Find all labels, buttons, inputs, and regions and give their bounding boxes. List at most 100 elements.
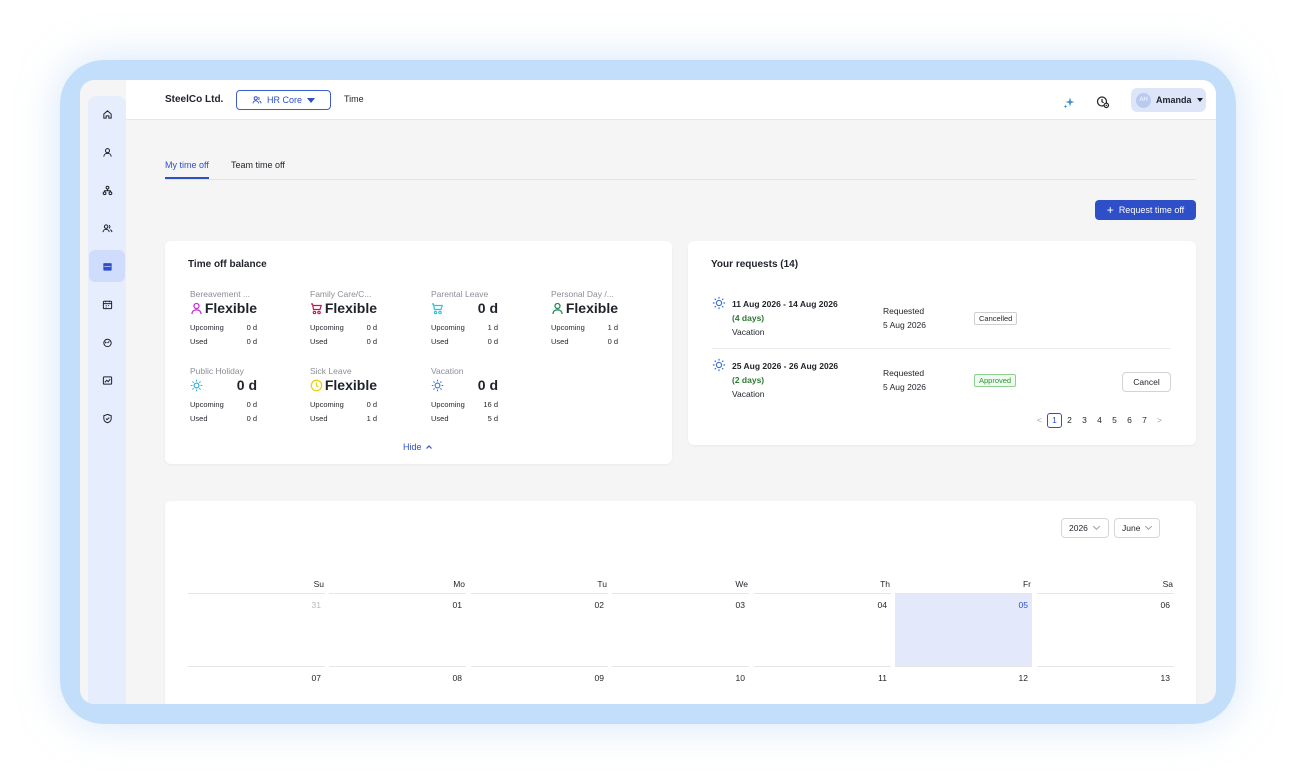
page-button[interactable]: 1 xyxy=(1047,412,1062,428)
user-name: Amanda xyxy=(1156,95,1192,105)
org-chart-icon xyxy=(102,185,112,195)
weekday-header: Sa xyxy=(1162,579,1173,589)
stroller-icon xyxy=(432,302,444,314)
request-days: (4 days) xyxy=(732,313,765,323)
upcoming-value: 0 d xyxy=(246,323,257,332)
balance-value: 0 d xyxy=(477,300,498,316)
page-button[interactable]: 5 xyxy=(1107,413,1122,428)
caret-down-icon xyxy=(307,97,315,103)
people-icon xyxy=(252,96,262,104)
used-value: 0 d xyxy=(607,337,618,346)
user-menu[interactable]: AH Amanda xyxy=(1131,88,1206,112)
used-label: Used xyxy=(431,414,449,423)
breadcrumb[interactable]: Time xyxy=(344,94,364,104)
chart-icon xyxy=(102,375,112,385)
calendar-day[interactable]: 06 xyxy=(1037,593,1174,666)
page-button[interactable]: 2 xyxy=(1062,413,1077,428)
upcoming-value: 0 d xyxy=(366,400,377,409)
sidebar-item-profile[interactable] xyxy=(89,136,125,168)
calendar-day[interactable]: 12 xyxy=(895,666,1032,704)
sidebar-item-attendance[interactable] xyxy=(89,288,125,320)
upcoming-label: Upcoming xyxy=(190,323,224,332)
app-window: SteelCo Ltd. HR Core Time AH Amanda My t… xyxy=(80,80,1216,704)
used-label: Used xyxy=(310,414,328,423)
hide-balance-link[interactable]: Hide xyxy=(403,442,433,452)
day-number: 01 xyxy=(452,600,462,610)
module-selector[interactable]: HR Core xyxy=(236,90,331,110)
tab-team-time-off[interactable]: Team time off xyxy=(231,160,285,177)
calendar-day[interactable]: 31 xyxy=(188,593,325,666)
sidebar-item-performance[interactable] xyxy=(89,326,125,358)
request-type: Vacation xyxy=(732,389,765,399)
calendar-day[interactable]: 08 xyxy=(329,666,466,704)
request-days: (2 days) xyxy=(732,375,765,385)
request-item[interactable]: 11 Aug 2026 - 14 Aug 2026 (4 days) Vacat… xyxy=(712,296,1170,354)
people-icon xyxy=(102,223,112,232)
calendar-day-today[interactable]: 05 xyxy=(895,593,1032,666)
balance-name: Sick Leave xyxy=(310,366,352,376)
upcoming-value: 16 d xyxy=(483,400,498,409)
calendar-day[interactable]: 09 xyxy=(471,666,608,704)
calendar-day[interactable]: 04 xyxy=(754,593,891,666)
page-button[interactable]: 3 xyxy=(1077,413,1092,428)
device-frame: SteelCo Ltd. HR Core Time AH Amanda My t… xyxy=(60,60,1236,724)
cancel-request-button[interactable]: Cancel xyxy=(1122,372,1171,392)
calendar-icon xyxy=(102,262,112,271)
day-number: 03 xyxy=(735,600,745,610)
upcoming-value: 0 d xyxy=(246,400,257,409)
balance-name: Family Care/C... xyxy=(310,289,372,299)
sidebar-item-security[interactable] xyxy=(89,402,125,434)
next-page-button[interactable]: > xyxy=(1152,413,1167,428)
page-button[interactable]: 7 xyxy=(1137,413,1152,428)
upcoming-value: 1 d xyxy=(607,323,618,332)
sidebar-item-time-off[interactable] xyxy=(89,250,125,282)
balance-item-sick-leave: Sick Leave Flexible Upcoming 0 d Used 1 d xyxy=(310,366,420,428)
chevron-up-icon xyxy=(425,445,432,449)
sidebar-item-organization[interactable] xyxy=(89,174,125,206)
request-type: Vacation xyxy=(732,327,765,337)
avatar: AH xyxy=(1136,92,1151,108)
calendar-day[interactable]: 07 xyxy=(188,666,325,704)
sidebar-item-reports[interactable] xyxy=(89,364,125,396)
page-button[interactable]: 6 xyxy=(1122,413,1137,428)
balance-name: Vacation xyxy=(431,366,464,376)
balance-value: 0 d xyxy=(236,377,257,393)
time-clock-icon xyxy=(102,300,112,309)
tab-bar: My time off Team time off xyxy=(165,158,1196,180)
day-number: 13 xyxy=(1160,673,1170,683)
month-select[interactable]: June xyxy=(1114,518,1160,538)
sun-icon xyxy=(190,379,203,391)
top-bar: SteelCo Ltd. HR Core Time AH Amanda xyxy=(126,80,1216,120)
weekday-header: Th xyxy=(880,579,890,589)
prev-page-button[interactable]: < xyxy=(1032,413,1047,428)
sidebar-item-people[interactable] xyxy=(89,212,125,244)
calendar-day[interactable]: 10 xyxy=(612,666,749,704)
calendar-day[interactable]: 11 xyxy=(754,666,891,704)
upcoming-label: Upcoming xyxy=(431,400,465,409)
used-label: Used xyxy=(190,414,208,423)
balance-item-personal-day: Personal Day /... Flexible Upcoming 1 d U… xyxy=(551,289,661,351)
request-status-date: 5 Aug 2026 xyxy=(883,382,927,392)
request-dates: 11 Aug 2026 - 14 Aug 2026 xyxy=(732,299,838,309)
page-button[interactable]: 4 xyxy=(1092,413,1107,428)
calendar-day[interactable]: 02 xyxy=(471,593,608,666)
person-outline-icon xyxy=(191,302,202,314)
calendar-day[interactable]: 03 xyxy=(612,593,749,666)
calendar-day[interactable]: 01 xyxy=(329,593,466,666)
ai-sparkle-icon[interactable] xyxy=(1062,96,1076,110)
request-time-off-label: Request time off xyxy=(1118,205,1185,215)
time-tracking-icon[interactable] xyxy=(1096,95,1110,109)
used-value: 5 d xyxy=(487,414,498,423)
tab-my-time-off[interactable]: My time off xyxy=(165,160,209,179)
request-item[interactable]: 25 Aug 2026 - 26 Aug 2026 (2 days) Vacat… xyxy=(712,358,1171,416)
used-label: Used xyxy=(190,337,208,346)
calendar-day[interactable]: 13 xyxy=(1037,666,1174,704)
weekday-header: Mo xyxy=(453,579,465,589)
sidebar-item-home[interactable] xyxy=(89,98,125,130)
year-select[interactable]: 2026 xyxy=(1061,518,1109,538)
request-time-off-button[interactable]: + Request time off xyxy=(1095,200,1196,220)
status-badge: Cancelled xyxy=(974,312,1018,325)
balance-value: Flexible xyxy=(324,300,377,316)
caret-down-icon xyxy=(1196,98,1203,102)
clock-icon xyxy=(310,379,323,391)
